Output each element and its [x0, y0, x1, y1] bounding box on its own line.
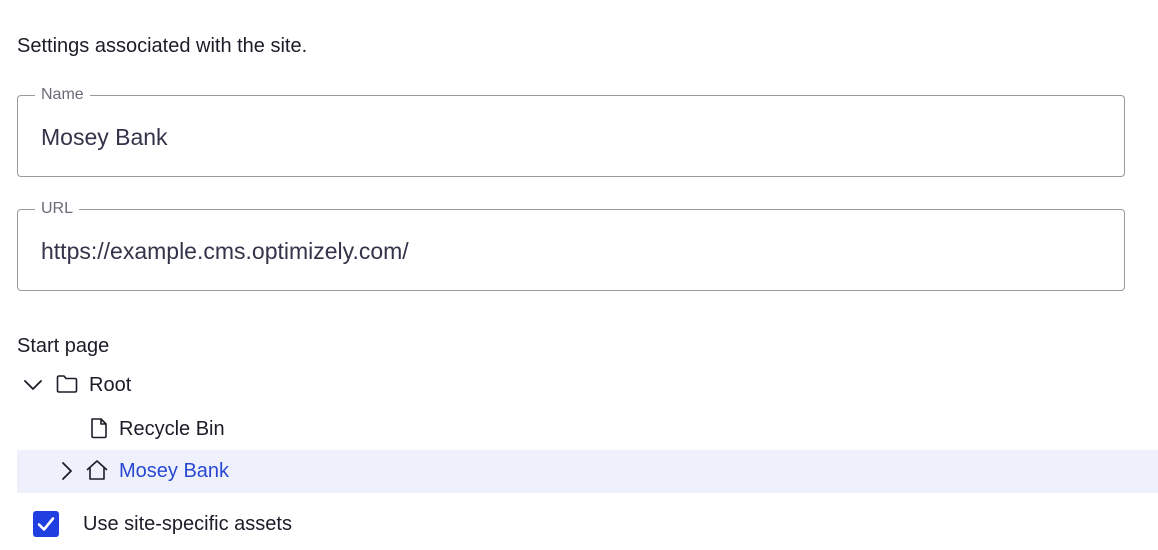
site-specific-assets-option[interactable]: Use site-specific assets — [33, 510, 433, 538]
tree-item-root[interactable]: Root — [17, 364, 1158, 407]
tree-item-mosey-bank-label: Mosey Bank — [119, 460, 230, 482]
start-page-label: Start page — [17, 335, 110, 357]
file-icon — [91, 418, 107, 439]
tree-item-root-label: Root — [89, 374, 132, 396]
tree-item-recycle-bin[interactable]: Recycle Bin — [17, 407, 1158, 450]
settings-intro-text: Settings associated with the site. — [17, 35, 308, 57]
folder-icon — [56, 375, 78, 393]
home-icon — [86, 460, 108, 480]
name-field-label: Name — [35, 85, 90, 105]
name-input[interactable] — [41, 123, 1101, 151]
site-specific-assets-label: Use site-specific assets — [83, 513, 292, 535]
url-field-label: URL — [35, 199, 80, 219]
chevron-down-icon[interactable] — [23, 375, 43, 395]
tree-item-recycle-bin-label: Recycle Bin — [119, 418, 225, 440]
site-specific-assets-checkbox[interactable] — [33, 511, 59, 537]
checkmark-icon — [37, 517, 55, 531]
name-field[interactable]: Name — [17, 85, 1125, 177]
tree-item-mosey-bank[interactable]: Mosey Bank — [17, 450, 1158, 493]
url-field[interactable]: URL — [17, 199, 1125, 291]
chevron-right-icon[interactable] — [57, 461, 77, 481]
url-input[interactable] — [41, 237, 1101, 265]
